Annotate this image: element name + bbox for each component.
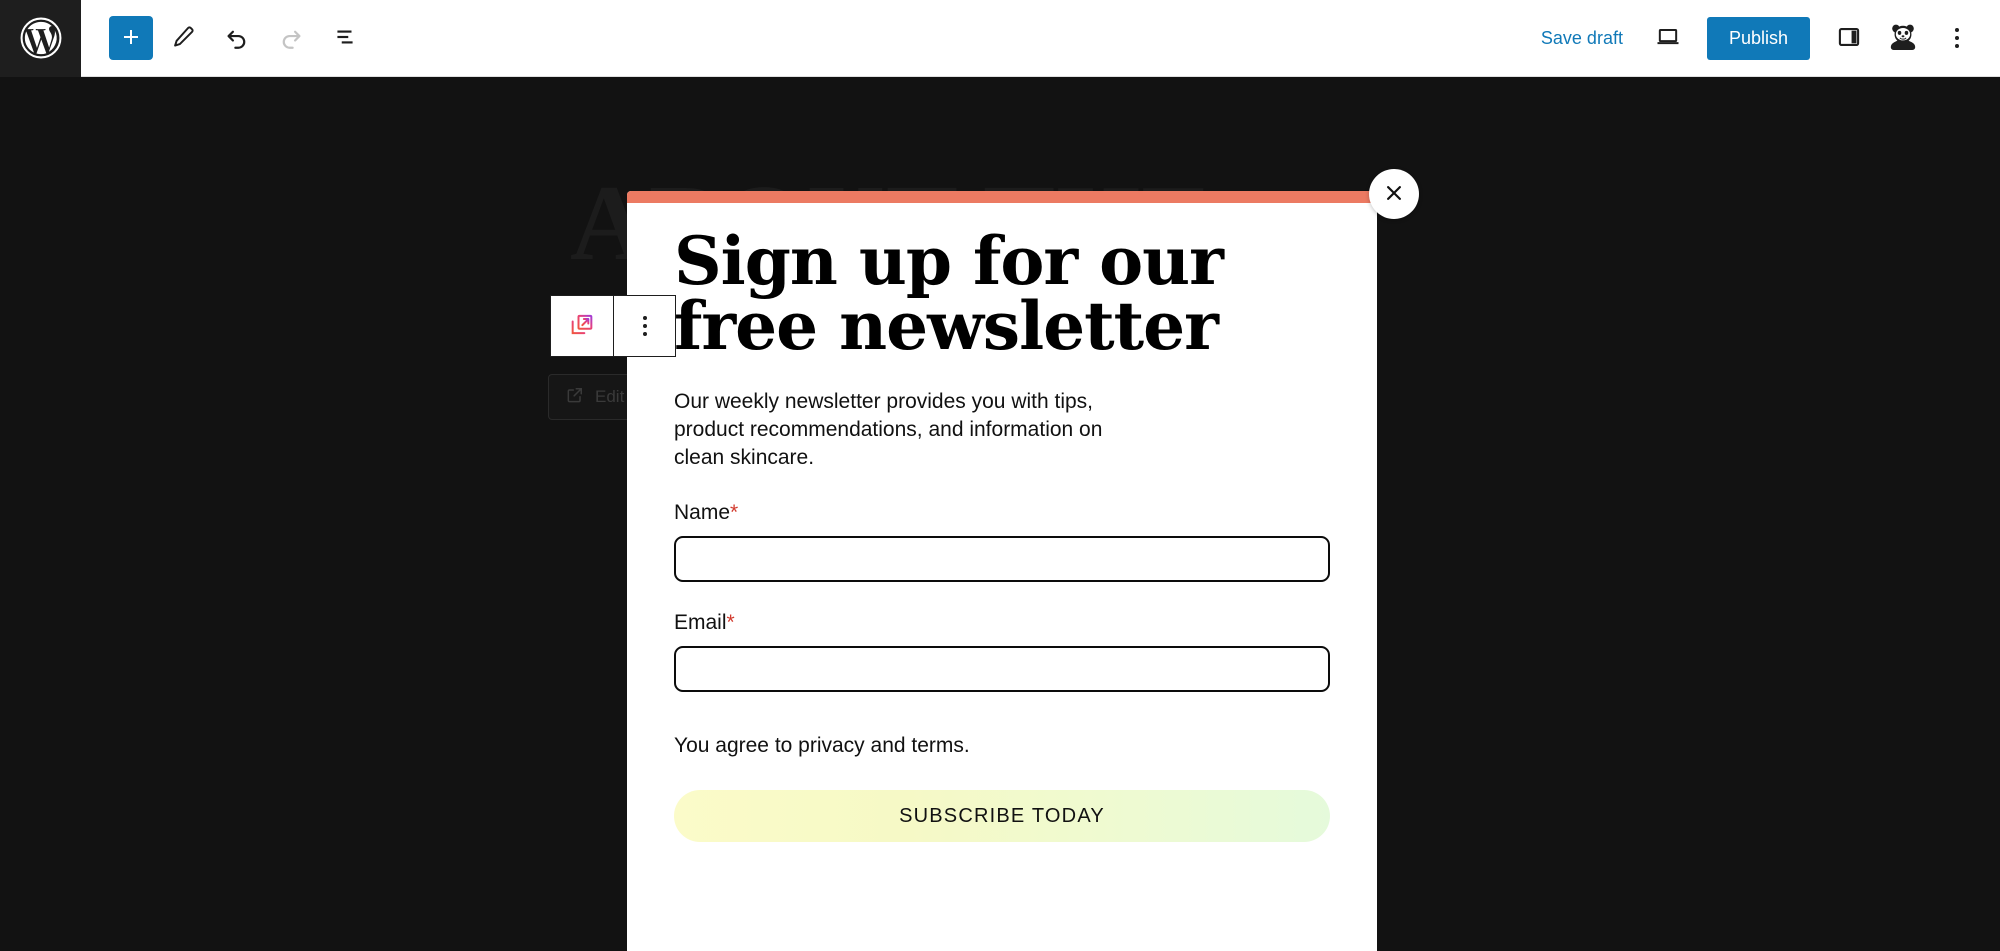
modal-content: Sign up for our free newsletter Our week… [627,203,1377,951]
name-field-label: Name* [674,501,1330,525]
editor-options-button[interactable] [1932,13,1982,63]
modal-title: Sign up for our free newsletter [674,222,1224,365]
settings-sidebar-button[interactable] [1824,13,1874,63]
email-required-marker: * [726,611,735,635]
modal-description: Our weekly newsletter provides you with … [674,390,1103,470]
block-options-button[interactable] [613,296,675,356]
preview-button[interactable] [1643,13,1693,63]
block-toolbar [550,295,676,357]
document-overview-button[interactable] [321,14,369,62]
edit-tool-button[interactable] [159,14,207,62]
newsletter-signup-modal: Sign up for our free newsletter Our week… [627,169,1419,951]
vertical-dots-icon [1955,28,1959,48]
plus-icon [119,25,143,52]
sidebar-panel-icon [1835,23,1863,54]
popup-external-link-icon [568,311,596,342]
name-required-marker: * [730,501,739,525]
add-block-button[interactable] [109,16,153,60]
modal-accent-bar [627,191,1377,203]
undo-button[interactable] [213,14,261,62]
name-label-text: Name [674,501,731,525]
vertical-dots-icon [642,316,647,336]
laptop-preview-icon [1654,23,1682,54]
redo-button[interactable] [267,14,315,62]
email-input[interactable] [674,646,1330,693]
close-x-icon [1383,182,1405,207]
save-draft-button[interactable]: Save draft [1525,20,1639,57]
editor-left-tools [109,14,369,62]
redo-arrow-icon [277,23,305,54]
wordpress-logo-button[interactable] [0,0,81,77]
name-input[interactable] [674,536,1330,583]
editor-canvas: ABOUT THE Edit [0,77,2000,951]
undo-arrow-icon [223,23,251,54]
popup-block-icon[interactable] [551,296,613,356]
wordpress-logo-icon [19,16,63,60]
background-edit-badge-label: Edit [595,387,625,406]
panda-avatar-icon [1888,22,1918,55]
publish-button[interactable]: Publish [1706,16,1810,60]
avatar[interactable] [1878,13,1928,63]
editor-top-bar: Save draft Publish [0,0,2000,77]
email-field-label: Email* [674,611,1330,635]
list-view-icon [332,24,358,53]
modal-close-button[interactable] [1369,169,1419,219]
subscribe-button[interactable]: SUBSCRIBE TODAY [674,790,1330,843]
email-label-text: Email [674,611,727,635]
editor-right-tools: Save draft Publish [1525,13,1982,63]
pencil-icon [170,24,196,53]
privacy-terms-text: You agree to privacy and terms. [674,734,970,758]
external-link-icon [565,385,585,410]
